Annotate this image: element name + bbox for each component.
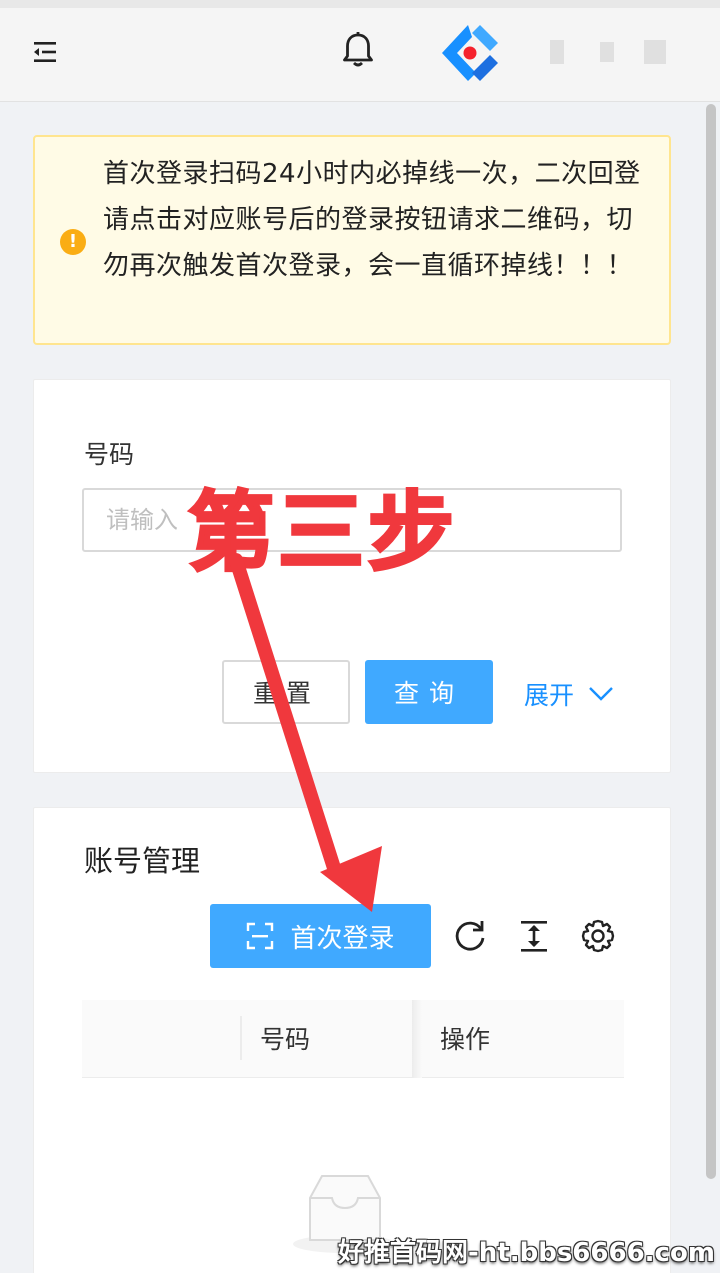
page-scrollbar[interactable] — [704, 102, 718, 1273]
first-login-button[interactable]: 首次登录 — [210, 904, 431, 968]
warning-alert: ! 首次登录扫码24小时内必掉线一次，二次回登请点击对应账号后的登录按钮请求二维… — [33, 135, 671, 345]
step-annotation: 第三步 — [187, 482, 458, 585]
status-shade — [0, 0, 720, 8]
reload-icon[interactable] — [452, 918, 488, 954]
expand-link[interactable]: 展开 — [524, 676, 614, 712]
query-button[interactable]: 查询 — [365, 660, 493, 724]
column-divider — [240, 1016, 242, 1060]
app-logo — [438, 22, 502, 84]
scrollbar-thumb[interactable] — [706, 104, 716, 1179]
alert-message: 首次登录扫码24小时内必掉线一次，二次回登请点击对应账号后的登录按钮请求二维码，… — [103, 159, 641, 281]
card-title: 账号管理 — [84, 844, 201, 878]
top-bar — [0, 0, 720, 102]
column-header-phone: 号码 — [260, 1025, 311, 1054]
phone-field-label: 号码 — [84, 440, 135, 469]
setting-icon[interactable] — [580, 918, 616, 954]
account-management-card: 账号管理 首次登录 号码 操作 — [33, 807, 671, 1273]
column-height-icon[interactable] — [516, 918, 552, 954]
first-login-label: 首次登录 — [290, 923, 395, 954]
fixed-column-shadow — [412, 1000, 422, 1078]
scan-icon — [247, 922, 274, 950]
faded-status-icons — [540, 36, 680, 68]
expand-label: 展开 — [524, 681, 575, 710]
exclamation-circle-icon: ! — [60, 229, 86, 255]
bell-icon[interactable] — [338, 30, 378, 70]
menu-fold-icon[interactable] — [30, 38, 62, 66]
table-header: 号码 操作 — [82, 1000, 624, 1078]
chevron-down-icon — [589, 687, 613, 701]
watermark: 好推首码网-ht.bbs6666.com — [338, 1238, 715, 1268]
reset-button[interactable]: 重置 — [222, 660, 350, 724]
column-header-action: 操作 — [440, 1025, 491, 1054]
